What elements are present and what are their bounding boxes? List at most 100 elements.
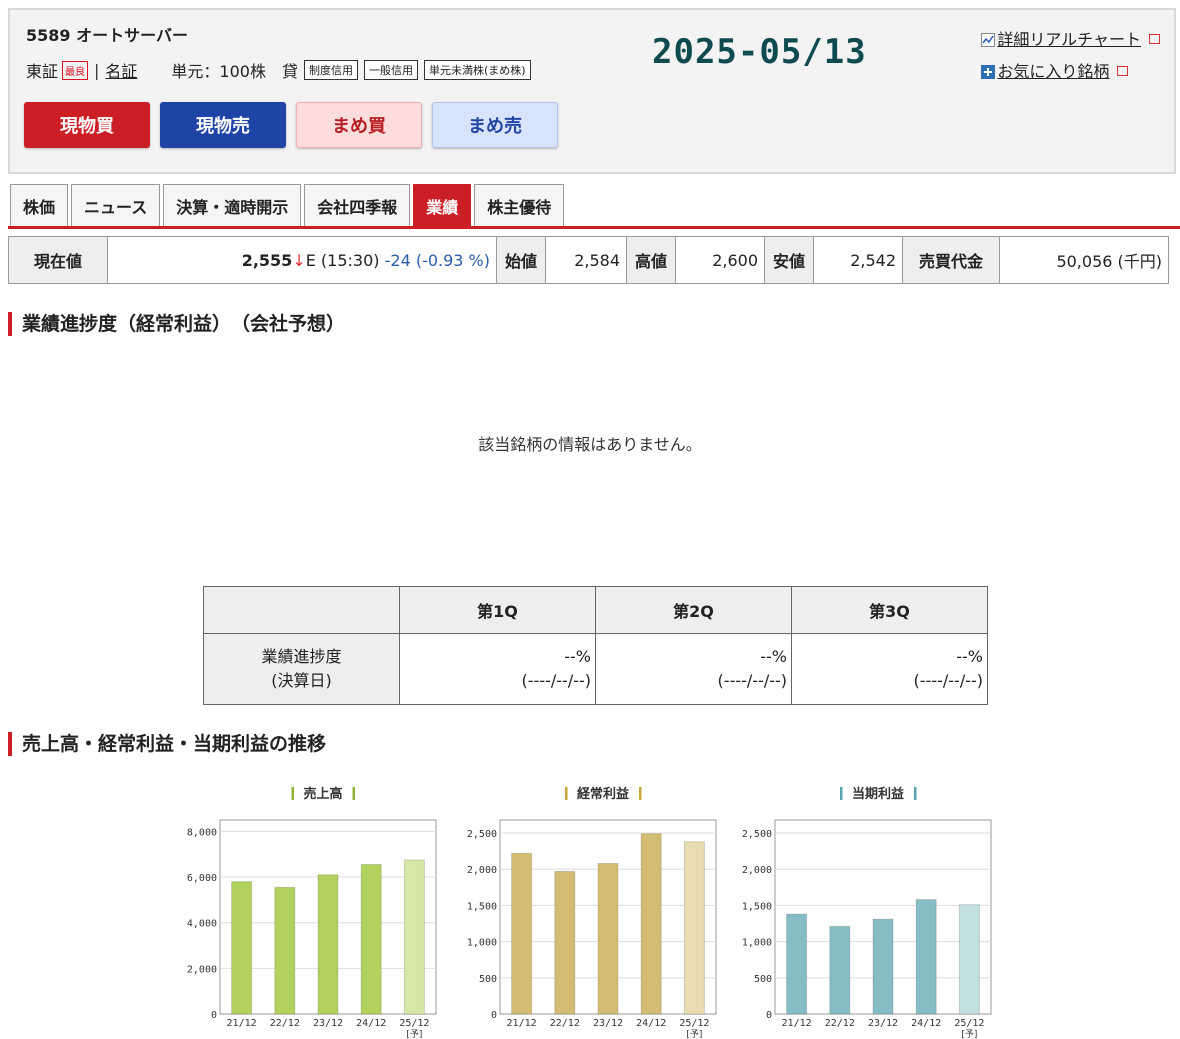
- bar: [683, 841, 705, 1015]
- forecast-note: [予]: [686, 1029, 702, 1039]
- no-info-message: 該当銘柄の情報はありません。: [478, 435, 702, 454]
- progress-table: 第1Q 第2Q 第3Q 業績進捗度 (決算日) --% (----/--/--) -…: [203, 586, 988, 705]
- bar: [640, 833, 662, 1015]
- plus-icon: [981, 65, 996, 79]
- external-window-icon[interactable]: [1149, 34, 1160, 44]
- x-tick-label: 22/12: [550, 1018, 580, 1029]
- title-bar-right: [914, 787, 917, 800]
- progress-section-title: 業績進捗度（経常利益） （会社予想）: [8, 312, 345, 336]
- unit-label: 単元：100株: [171, 62, 266, 81]
- current-price-label: 現在値: [8, 236, 108, 284]
- x-tick-label: 24/12: [356, 1018, 386, 1029]
- chart-title: 経常利益: [577, 786, 629, 802]
- spot-sell-button[interactable]: 現物売: [160, 102, 286, 148]
- market-info: 東証 最良 | 名証 単元：100株 貸 制度信用 一般信用 単元未満株(まめ株…: [26, 58, 531, 82]
- favorite-link-row: お気に入り銘柄: [981, 56, 1160, 88]
- x-tick-label: 25/12: [679, 1018, 709, 1029]
- open-label: 始値: [496, 236, 546, 284]
- spot-buy-button[interactable]: 現物買: [24, 102, 150, 148]
- date-overlay: 2025-05/13: [652, 32, 867, 72]
- tab-shikiho[interactable]: 会社四季報: [304, 184, 411, 226]
- tab-news[interactable]: ニュース: [71, 184, 161, 226]
- divider: |: [94, 60, 100, 80]
- chart-icon: [981, 33, 996, 47]
- q3-date: (----/--/--): [913, 671, 983, 690]
- title-bar-left: [840, 787, 843, 800]
- trend-section-title: 売上高・経常利益・当期利益の推移: [8, 732, 326, 756]
- favorite-link[interactable]: お気に入り銘柄: [997, 62, 1109, 81]
- x-tick-label: 23/12: [868, 1018, 898, 1029]
- price-flag: E: [305, 250, 316, 270]
- header-links: 詳細リアルチャート お気に入り銘柄: [981, 24, 1160, 88]
- tab-stock-price[interactable]: 株価: [10, 184, 69, 226]
- q1-cell: --% (----/--/--): [399, 633, 596, 705]
- y-tick-label: 500: [754, 974, 772, 985]
- q2-progress: --%: [760, 647, 787, 666]
- y-tick-label: 2,000: [742, 865, 772, 876]
- x-tick-label: 21/12: [227, 1018, 257, 1029]
- progress-row-label: 業績進捗度 (決算日): [203, 633, 400, 705]
- mame-sell-button[interactable]: まめ売: [432, 102, 558, 148]
- q2-date: (----/--/--): [717, 671, 787, 690]
- bar: [274, 886, 296, 1015]
- market2-link[interactable]: 名証: [105, 58, 137, 82]
- y-tick-label: 500: [479, 974, 497, 985]
- x-tick-label: 25/12: [954, 1018, 984, 1029]
- progress-label: 業績進捗度: [261, 647, 342, 666]
- ordinary-profit-chart: 経常利益 2,500 2,000 1,500 1,000 500 0 21/12 22/12 23…: [467, 786, 717, 1039]
- y-tick-label: 8,000: [187, 827, 217, 838]
- x-tick-label: 21/12: [782, 1018, 812, 1029]
- tag-margin-general: 一般信用: [363, 60, 418, 80]
- external-window-icon[interactable]: [1117, 66, 1129, 76]
- tab-underline: [8, 226, 1180, 229]
- tab-shareholder-benefits[interactable]: 株主優待: [474, 184, 565, 226]
- down-arrow-icon: ↓: [292, 250, 306, 270]
- q3-cell: --% (----/--/--): [791, 633, 988, 705]
- high-value: 2,600: [675, 236, 765, 284]
- tab-performance[interactable]: 業績: [413, 184, 472, 226]
- title-bar-right: [352, 787, 355, 800]
- progress-corner: [203, 586, 400, 634]
- turnover-value: 50,056 (千円): [999, 236, 1169, 284]
- price-change: -24 (-0.93 %): [384, 250, 490, 270]
- x-tick-label: 23/12: [313, 1018, 343, 1029]
- tag-margin-system: 制度信用: [303, 60, 358, 80]
- q2-header: 第2Q: [595, 586, 792, 634]
- realtime-chart-link[interactable]: 詳細リアルチャート: [997, 30, 1141, 49]
- turnover-label: 売買代金: [902, 236, 1000, 284]
- high-label: 高値: [626, 236, 676, 284]
- tab-disclosure[interactable]: 決算・適時開示: [163, 184, 302, 226]
- y-tick-label: 1,000: [467, 938, 497, 949]
- bar: [829, 925, 851, 1015]
- price-table: 現在値 2,555↓E (15:30) -24 (-0.93 %) 始値 2,5…: [8, 236, 1169, 284]
- y-tick-label: 2,500: [467, 829, 497, 840]
- y-tick-label: 2,000: [467, 865, 497, 876]
- x-tick-label: 24/12: [636, 1018, 666, 1029]
- forecast-note: [予]: [406, 1029, 422, 1039]
- forecast-note: [予]: [961, 1029, 977, 1039]
- y-tick-label: 2,000: [187, 964, 217, 975]
- x-tick-label: 24/12: [911, 1018, 941, 1029]
- title-bar-left: [291, 787, 294, 800]
- bar: [958, 904, 980, 1015]
- x-tick-label: 22/12: [270, 1018, 300, 1029]
- market-label: 東証: [26, 62, 59, 81]
- realtime-chart-link-row: 詳細リアルチャート: [981, 24, 1160, 56]
- q2-cell: --% (----/--/--): [595, 633, 792, 705]
- stock-header: 5589 オートサーバー 2025-05/13 東証 最良 | 名証 単元：10…: [8, 8, 1176, 174]
- bar: [597, 862, 619, 1015]
- title-bar-right: [639, 787, 642, 800]
- x-tick-label: 22/12: [825, 1018, 855, 1029]
- mame-buy-button[interactable]: まめ買: [296, 102, 422, 148]
- y-tick-label: 1,500: [742, 901, 772, 912]
- lend-label: 貸: [281, 62, 298, 81]
- y-tick-label: 1,000: [742, 938, 772, 949]
- x-tick-label: 25/12: [399, 1018, 429, 1029]
- price-time: (15:30): [320, 250, 380, 270]
- y-tick-label: 4,000: [187, 919, 217, 930]
- q3-progress: --%: [956, 647, 983, 666]
- q1-progress: --%: [564, 647, 591, 666]
- x-tick-label: 23/12: [593, 1018, 623, 1029]
- trade-buttons: 現物買 現物売 まめ買 まめ売: [24, 102, 558, 148]
- chart-title: 当期利益: [852, 786, 904, 802]
